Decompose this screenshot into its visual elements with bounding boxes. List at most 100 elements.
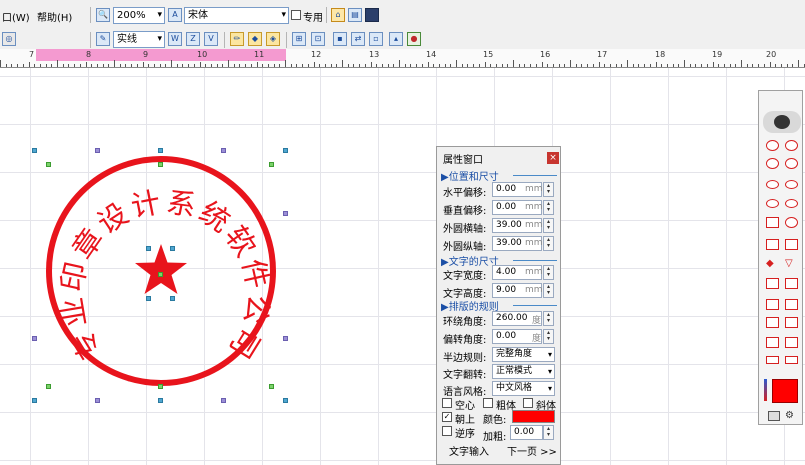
square-seal-icon[interactable] xyxy=(785,278,798,289)
menu-window[interactable]: 口(W) xyxy=(2,9,30,24)
resize-handle[interactable] xyxy=(95,398,100,403)
resize-handle[interactable] xyxy=(170,296,175,301)
triangle-icon[interactable]: ▽ xyxy=(785,259,798,270)
square-seal-icon[interactable] xyxy=(766,337,779,348)
text-input-button[interactable]: 文字输入 xyxy=(449,443,489,458)
align-right-icon[interactable]: ▫ xyxy=(369,32,383,46)
resize-handle[interactable] xyxy=(283,336,288,341)
font-select[interactable]: 宋体 ▾ xyxy=(184,7,289,24)
line-style-select[interactable]: 实线 ▾ xyxy=(113,31,165,48)
active-color-swatch[interactable] xyxy=(772,379,798,403)
bold-checkbox[interactable] xyxy=(483,398,493,408)
exclusive-checkbox[interactable] xyxy=(291,10,301,20)
align-left-icon[interactable]: ▪ xyxy=(333,32,347,46)
color-slider[interactable] xyxy=(764,379,767,401)
text-width-stepper[interactable]: ▴ ▾ xyxy=(543,265,554,280)
outer-v-stepper[interactable]: ▴ ▾ xyxy=(543,236,554,251)
rotate-handle[interactable] xyxy=(269,162,274,167)
square-seal-icon[interactable] xyxy=(785,299,798,310)
square-seal-icon[interactable] xyxy=(766,239,779,250)
text-flip-select[interactable]: 正常模式 ▾ xyxy=(492,364,555,379)
resize-handle[interactable] xyxy=(32,336,37,341)
select-area-icon[interactable]: ⊡ xyxy=(311,32,325,46)
square-seal-icon[interactable] xyxy=(766,278,779,289)
resize-handle[interactable] xyxy=(146,296,151,301)
resize-handle[interactable] xyxy=(32,148,37,153)
layer-up-icon[interactable]: ▴ xyxy=(389,32,403,46)
rotate-angle-stepper[interactable]: ▴ ▾ xyxy=(543,329,554,344)
square-seal-icon[interactable] xyxy=(785,239,798,250)
square-seal-icon[interactable] xyxy=(766,317,779,328)
keyboard-icon[interactable] xyxy=(768,411,780,421)
align-center-icon[interactable]: ⇄ xyxy=(351,32,365,46)
pencil-icon[interactable]: ✏ xyxy=(230,32,244,46)
rotate-handle[interactable] xyxy=(46,162,51,167)
resize-handle[interactable] xyxy=(283,398,288,403)
select-all-icon[interactable]: ⊞ xyxy=(292,32,306,46)
grid-icon[interactable]: ◎ xyxy=(2,32,16,46)
resize-handle[interactable] xyxy=(283,148,288,153)
round-seal-icon[interactable] xyxy=(766,158,779,169)
upward-checkbox[interactable]: ✓ xyxy=(442,412,452,422)
resize-handle[interactable] xyxy=(95,148,100,153)
round-seal-icon[interactable] xyxy=(766,140,779,151)
square-seal-icon[interactable] xyxy=(785,337,798,348)
text-rotate-icon[interactable]: Z xyxy=(186,32,200,46)
round-seal-icon[interactable] xyxy=(785,158,798,169)
wrap-angle-stepper[interactable]: ▴ ▾ xyxy=(543,311,554,326)
monitor-icon[interactable] xyxy=(365,8,379,22)
text-height-stepper[interactable]: ▴ ▾ xyxy=(543,283,554,298)
resize-handle[interactable] xyxy=(146,246,151,251)
grid-seal-icon[interactable] xyxy=(766,217,779,228)
close-icon[interactable]: × xyxy=(547,152,559,164)
reverse-checkbox[interactable] xyxy=(442,426,452,436)
text-vertical-icon[interactable]: V xyxy=(204,32,218,46)
oval-seal-icon[interactable] xyxy=(766,180,779,189)
eraser-icon[interactable]: ◆ xyxy=(248,32,262,46)
book-icon[interactable]: ▤ xyxy=(348,8,362,22)
resize-handle[interactable] xyxy=(283,211,288,216)
oval-seal-icon[interactable] xyxy=(785,199,798,208)
hollow-checkbox[interactable] xyxy=(442,398,452,408)
h-offset-stepper[interactable]: ▴ ▾ xyxy=(543,182,554,197)
rect-seal-icon[interactable] xyxy=(766,356,779,364)
menu-help[interactable]: 帮助(H) xyxy=(37,9,72,24)
italic-checkbox[interactable] xyxy=(523,398,533,408)
rect-seal-icon[interactable] xyxy=(785,356,798,364)
rotate-handle[interactable] xyxy=(158,162,163,167)
center-handle[interactable] xyxy=(158,272,163,277)
resize-handle[interactable] xyxy=(158,398,163,403)
square-seal-icon[interactable] xyxy=(785,317,798,328)
outer-h-stepper[interactable]: ▴ ▾ xyxy=(543,218,554,233)
oval-seal-icon[interactable] xyxy=(766,199,779,208)
oval-seal-icon[interactable] xyxy=(785,180,798,189)
text-wrap-icon[interactable]: W xyxy=(168,32,182,46)
round-seal-icon[interactable] xyxy=(785,217,798,228)
zoom-select[interactable]: 200% ▾ xyxy=(113,7,165,24)
next-page-button[interactable]: 下一页 >> xyxy=(507,443,557,458)
rotate-handle[interactable] xyxy=(158,384,163,389)
home-icon[interactable]: ⌂ xyxy=(331,8,345,22)
resize-handle[interactable] xyxy=(221,398,226,403)
color-swatch[interactable] xyxy=(512,410,555,423)
fill-icon[interactable]: ◈ xyxy=(266,32,280,46)
lang-style-select[interactable]: 中文风格 ▾ xyxy=(492,381,555,396)
resize-handle[interactable] xyxy=(158,148,163,153)
thicken-input[interactable]: 0.00 xyxy=(510,425,543,440)
resize-handle[interactable] xyxy=(170,246,175,251)
seal-drawing[interactable]: 专业印章设计系统软件公司 xyxy=(40,145,290,395)
settings-icon[interactable]: ⚙ xyxy=(785,410,794,421)
resize-handle[interactable] xyxy=(221,148,226,153)
thicken-stepper[interactable]: ▴ ▾ xyxy=(543,425,554,440)
resize-handle[interactable] xyxy=(32,398,37,403)
ruler-tick xyxy=(438,64,440,67)
rotate-handle[interactable] xyxy=(46,384,51,389)
diamond-icon[interactable]: ◆ xyxy=(766,259,779,270)
palette-icon[interactable]: ● xyxy=(407,32,421,46)
square-seal-icon[interactable] xyxy=(766,299,779,310)
round-seal-icon[interactable] xyxy=(785,140,798,151)
divider xyxy=(513,175,557,176)
half-rule-select[interactable]: 完整角度 ▾ xyxy=(492,347,555,362)
rotate-handle[interactable] xyxy=(269,384,274,389)
v-offset-stepper[interactable]: ▴ ▾ xyxy=(543,200,554,215)
